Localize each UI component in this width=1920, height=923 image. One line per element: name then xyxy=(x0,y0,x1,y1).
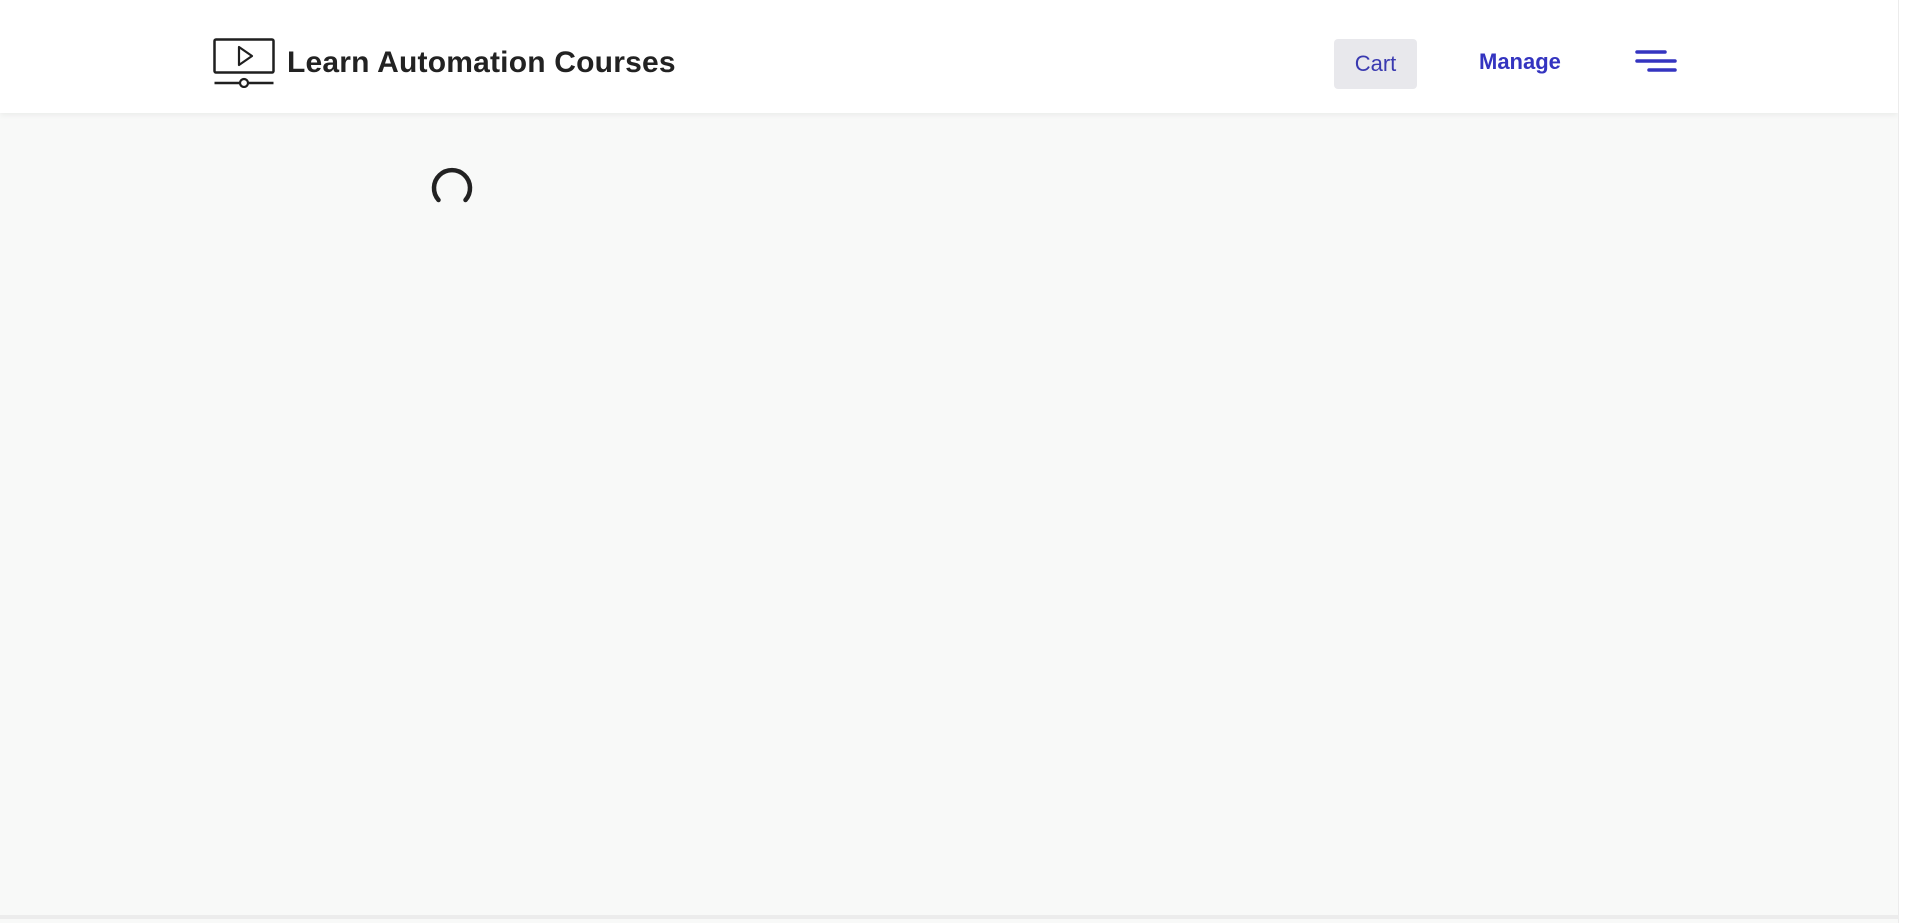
brand-home-link[interactable]: Learn Automation Courses xyxy=(213,38,676,89)
page: Learn Automation Courses Cart Manage xyxy=(0,0,1920,923)
hamburger-menu-button[interactable] xyxy=(1635,46,1677,82)
vertical-scrollbar[interactable] xyxy=(1898,0,1920,923)
cart-button[interactable]: Cart xyxy=(1334,39,1417,89)
viewport: Learn Automation Courses Cart Manage xyxy=(0,0,1898,919)
loading-spinner-icon xyxy=(430,166,474,210)
manage-link[interactable]: Manage xyxy=(1479,49,1561,75)
video-player-icon xyxy=(213,38,275,89)
site-header: Learn Automation Courses Cart Manage xyxy=(0,0,1898,113)
hamburger-menu-icon xyxy=(1635,50,1677,85)
bottom-edge xyxy=(0,915,1898,919)
brand-name: Learn Automation Courses xyxy=(287,46,676,79)
